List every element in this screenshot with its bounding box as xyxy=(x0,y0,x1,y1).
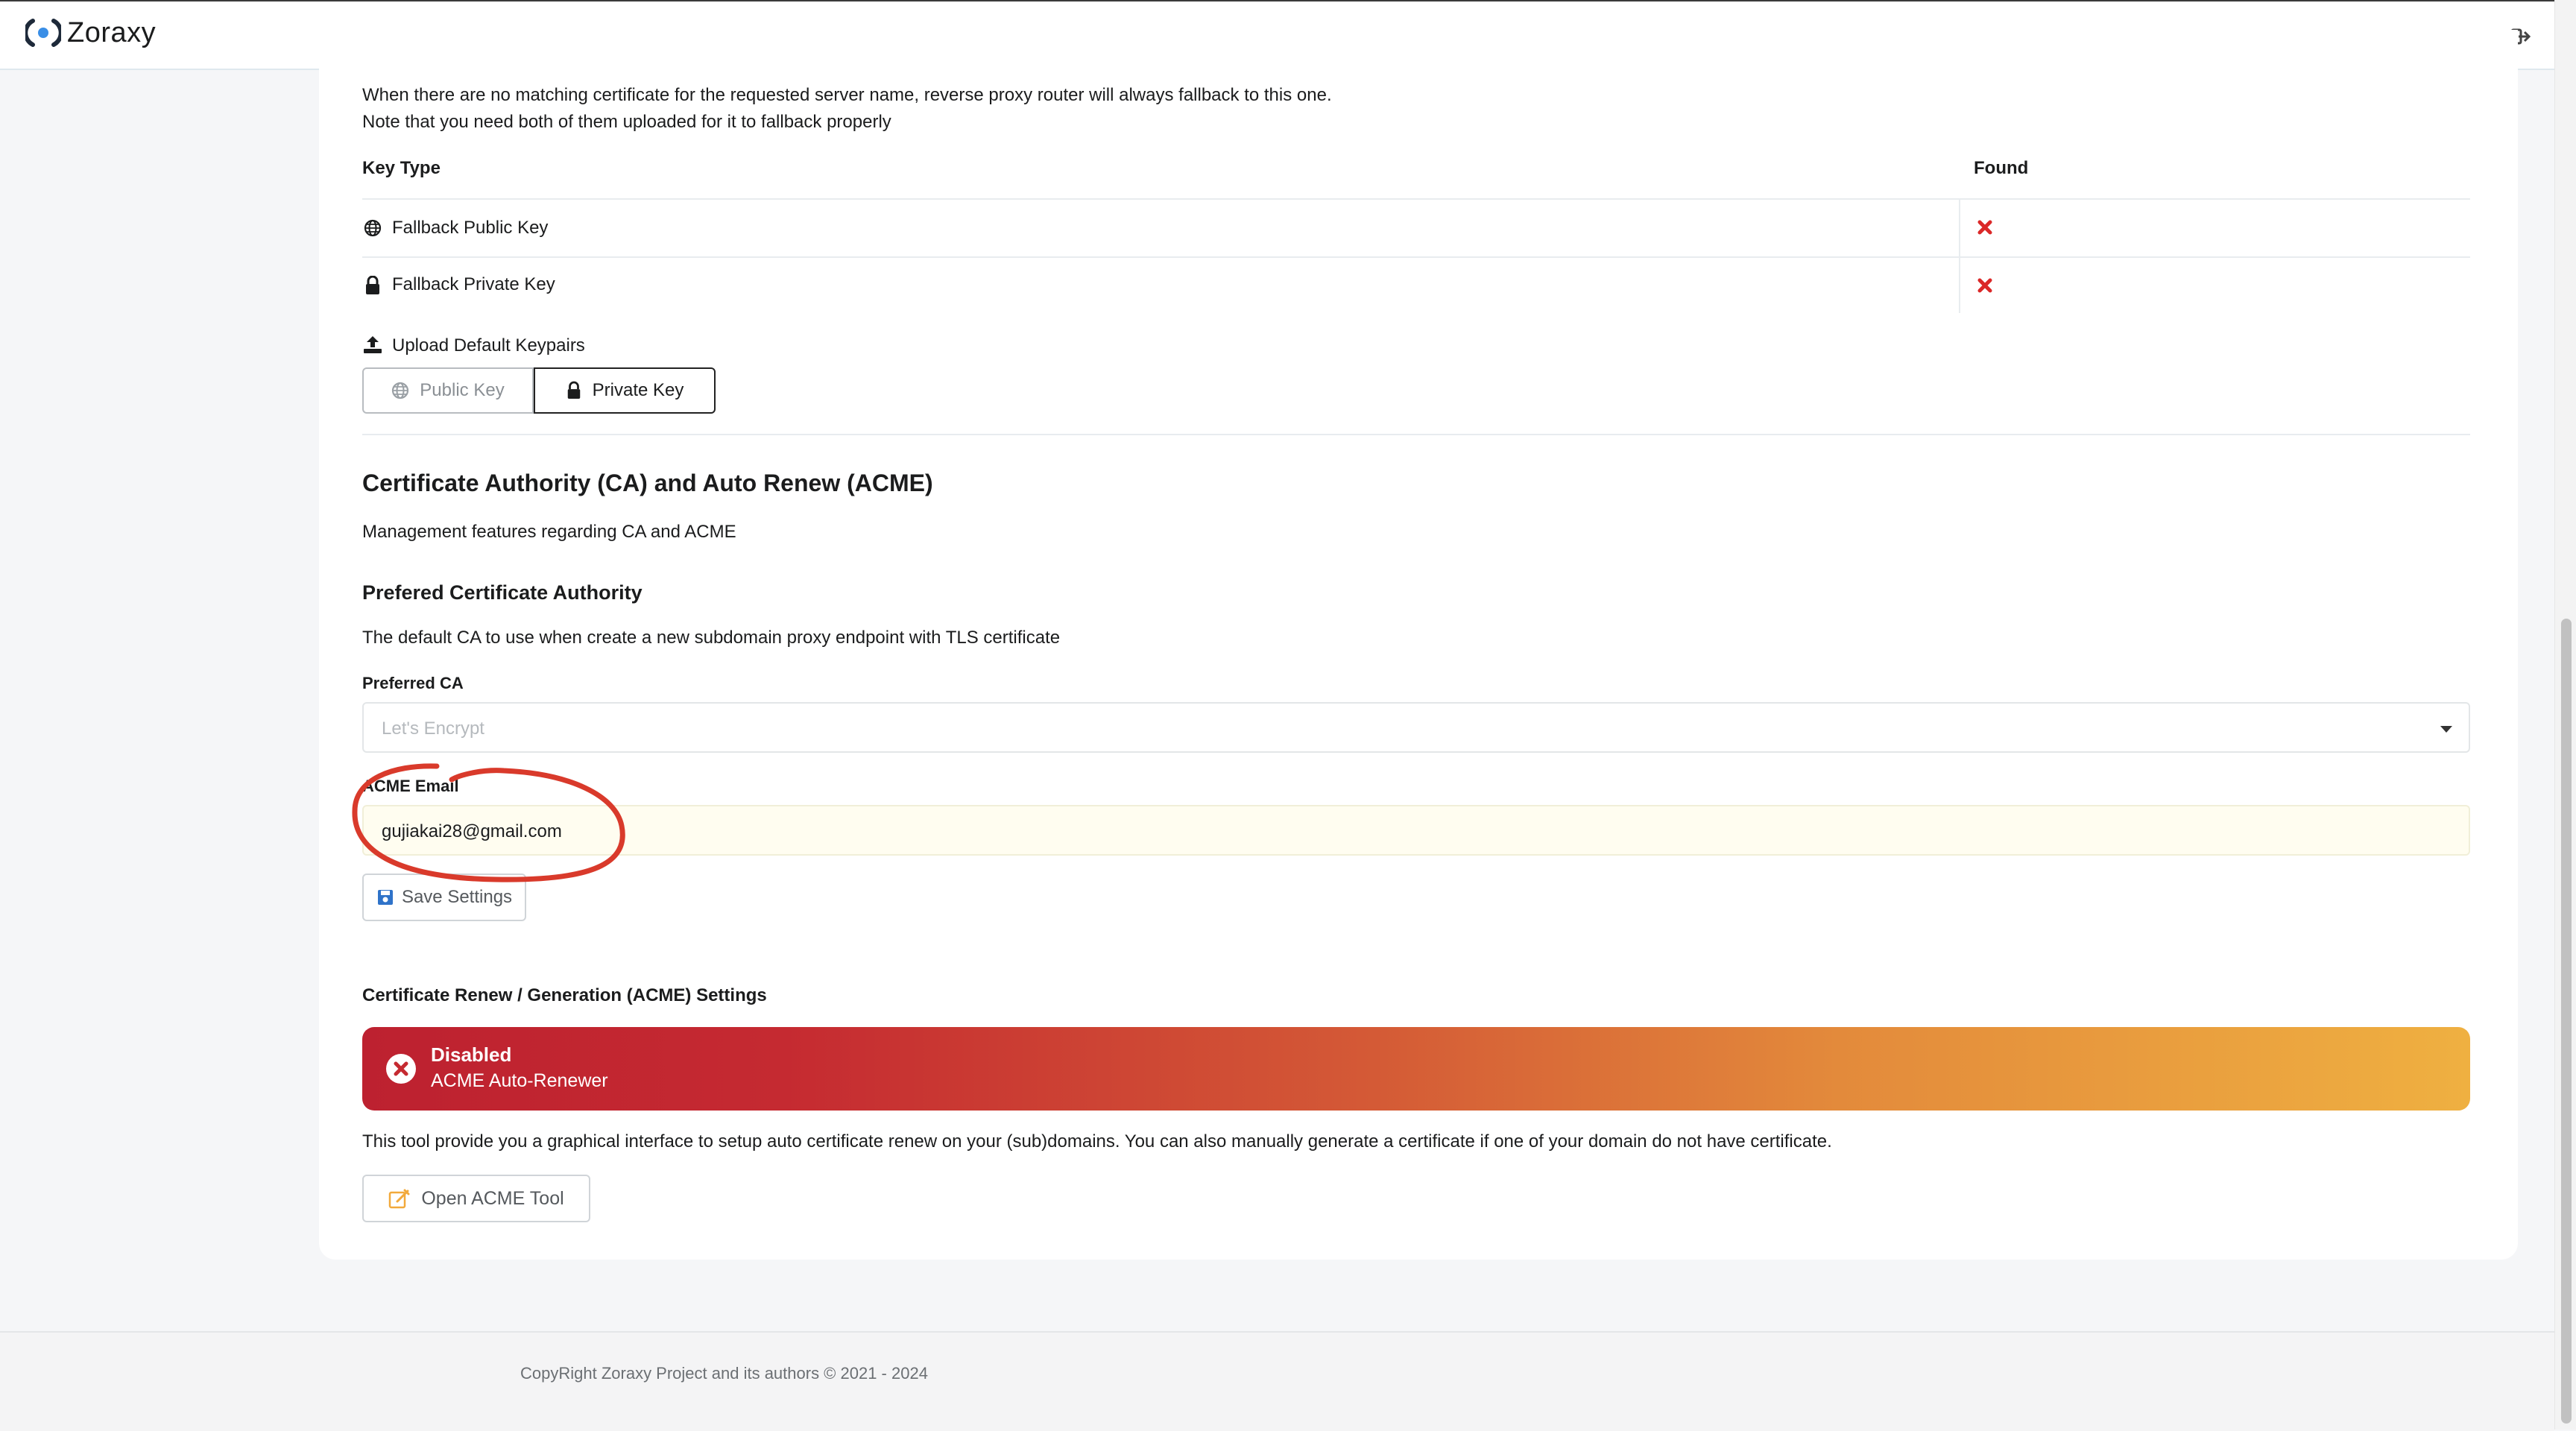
globe-icon xyxy=(364,219,382,237)
open-acme-tool-button[interactable]: Open ACME Tool xyxy=(362,1175,590,1222)
app-title: Zoraxy xyxy=(67,16,157,48)
acme-status-subtitle: ACME Auto-Renewer xyxy=(431,1070,608,1091)
save-settings-button[interactable]: Save Settings xyxy=(362,874,526,921)
private-key-button-label: Private Key xyxy=(592,380,684,400)
open-acme-tool-label: Open ACME Tool xyxy=(421,1187,564,1209)
preferred-ca-title: Prefered Certificate Authority xyxy=(362,581,643,604)
page-footer: CopyRight Zoraxy Project and its authors… xyxy=(0,1331,2554,1431)
acme-status-title: Disabled xyxy=(431,1043,512,1066)
public-key-button-label: Public Key xyxy=(420,380,505,400)
floppy-disk-icon xyxy=(377,890,393,905)
keypair-upload-buttons: Public Key Private Key xyxy=(362,367,716,414)
dropdown-caret-icon xyxy=(2440,726,2452,733)
edit-icon xyxy=(389,1189,410,1209)
fallback-public-key-label: Fallback Public Key xyxy=(392,218,549,238)
preferred-ca-description: The default CA to use when create a new … xyxy=(362,628,1061,648)
zoraxy-logo[interactable]: Zoraxy xyxy=(25,16,156,49)
upload-icon xyxy=(364,336,382,353)
table-divider xyxy=(362,198,2470,200)
zoraxy-logo-icon xyxy=(25,19,61,47)
private-key-button[interactable]: Private Key xyxy=(534,367,716,414)
globe-icon xyxy=(392,382,409,399)
public-key-button[interactable]: Public Key xyxy=(362,367,534,414)
scrollbar-thumb[interactable] xyxy=(2561,619,2572,1424)
acme-tool-description: This tool provide you a graphical interf… xyxy=(362,1131,1832,1152)
page-scrollbar[interactable] xyxy=(2554,0,2576,1430)
fallback-description-2: Note that you need both of them uploaded… xyxy=(362,112,891,132)
x-mark-icon xyxy=(1977,220,1992,235)
ca-section-description: Management features regarding CA and ACM… xyxy=(362,522,736,542)
x-circle-icon xyxy=(386,1054,416,1084)
acme-email-value: gujiakai28@gmail.com xyxy=(382,821,562,841)
ca-section-title: Certificate Authority (CA) and Auto Rene… xyxy=(362,470,933,496)
fallback-description-1: When there are no matching certificate f… xyxy=(362,85,1332,105)
acme-email-input[interactable]: gujiakai28@gmail.com xyxy=(362,805,2470,856)
acme-email-label: ACME Email xyxy=(362,777,459,795)
table-divider xyxy=(362,256,2470,258)
save-settings-label: Save Settings xyxy=(401,887,513,907)
footer-copyright: CopyRight Zoraxy Project and its authors… xyxy=(520,1364,928,1383)
table-header-found: Found xyxy=(1974,158,2029,178)
lock-icon xyxy=(567,381,580,399)
acme-status-banner: Disabled ACME Auto-Renewer xyxy=(362,1027,2470,1111)
preferred-ca-label: Preferred CA xyxy=(362,674,464,692)
x-mark-icon xyxy=(1977,278,1992,293)
section-divider xyxy=(362,434,2470,435)
table-header-key-type: Key Type xyxy=(362,158,441,178)
lock-icon xyxy=(366,276,379,294)
renew-section-title: Certificate Renew / Generation (ACME) Se… xyxy=(362,985,767,1005)
upload-keypairs-label: Upload Default Keypairs xyxy=(392,335,585,356)
fallback-private-key-label: Fallback Private Key xyxy=(392,274,555,294)
preferred-ca-selected: Let's Encrypt xyxy=(382,718,484,739)
preferred-ca-dropdown[interactable]: Let's Encrypt xyxy=(362,702,2470,753)
